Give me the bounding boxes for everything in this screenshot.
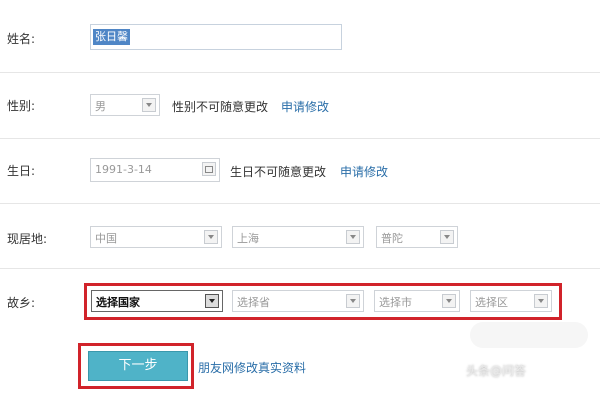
birthday-apply-link[interactable]: 申请修改 <box>340 163 388 180</box>
chevron-down-icon <box>442 294 456 308</box>
hometown-country-value: 选择国家 <box>96 296 140 309</box>
divider <box>0 268 600 269</box>
residence-province-select[interactable]: 上海 <box>232 226 364 248</box>
friend-edit-link[interactable]: 朋友网修改真实资料 <box>198 359 306 376</box>
chevron-down-icon <box>534 294 548 308</box>
birthday-note: 生日不可随意更改 <box>230 165 327 179</box>
residence-district-select[interactable]: 普陀 <box>376 226 458 248</box>
chevron-down-icon <box>346 230 360 244</box>
residence-district-value: 普陀 <box>381 232 403 245</box>
divider <box>0 138 600 139</box>
residence-country-value: 中国 <box>95 232 117 245</box>
chevron-down-icon <box>346 294 360 308</box>
name-input[interactable]: 张日馨 <box>90 24 342 50</box>
hometown-province-select[interactable]: 选择省 <box>232 290 364 312</box>
gender-value: 男 <box>95 100 106 113</box>
gender-select[interactable]: 男 <box>90 94 160 116</box>
next-button[interactable]: 下一步 <box>88 351 188 381</box>
chevron-down-icon <box>440 230 454 244</box>
hometown-country-select[interactable]: 选择国家 <box>91 290 223 312</box>
residence-province-value: 上海 <box>237 232 259 245</box>
hometown-city-select[interactable]: 选择市 <box>374 290 460 312</box>
hometown-city-value: 选择市 <box>379 296 412 309</box>
chevron-down-icon <box>142 98 156 112</box>
gender-label: 性别: <box>7 99 36 113</box>
divider <box>0 72 600 73</box>
residence-label: 现居地: <box>7 232 48 246</box>
gender-apply-link[interactable]: 申请修改 <box>281 98 329 115</box>
chevron-down-icon <box>204 230 218 244</box>
hometown-district-value: 选择区 <box>475 296 508 309</box>
birthday-input[interactable]: 1991-3-14 <box>90 158 220 182</box>
hometown-label: 故乡: <box>7 296 36 310</box>
hometown-province-value: 选择省 <box>237 296 270 309</box>
watermark-text: 头条@问答 <box>466 364 527 378</box>
chevron-down-icon <box>205 294 219 308</box>
birthday-label: 生日: <box>7 164 36 178</box>
name-label: 姓名: <box>7 32 36 46</box>
watermark-banner <box>470 322 588 348</box>
divider <box>0 203 600 204</box>
name-value: 张日馨 <box>93 29 130 45</box>
hometown-district-select[interactable]: 选择区 <box>470 290 552 312</box>
gender-note: 性别不可随意更改 <box>172 100 269 114</box>
calendar-icon[interactable] <box>202 162 216 176</box>
birthday-value: 1991-3-14 <box>95 163 152 176</box>
residence-country-select[interactable]: 中国 <box>90 226 222 248</box>
